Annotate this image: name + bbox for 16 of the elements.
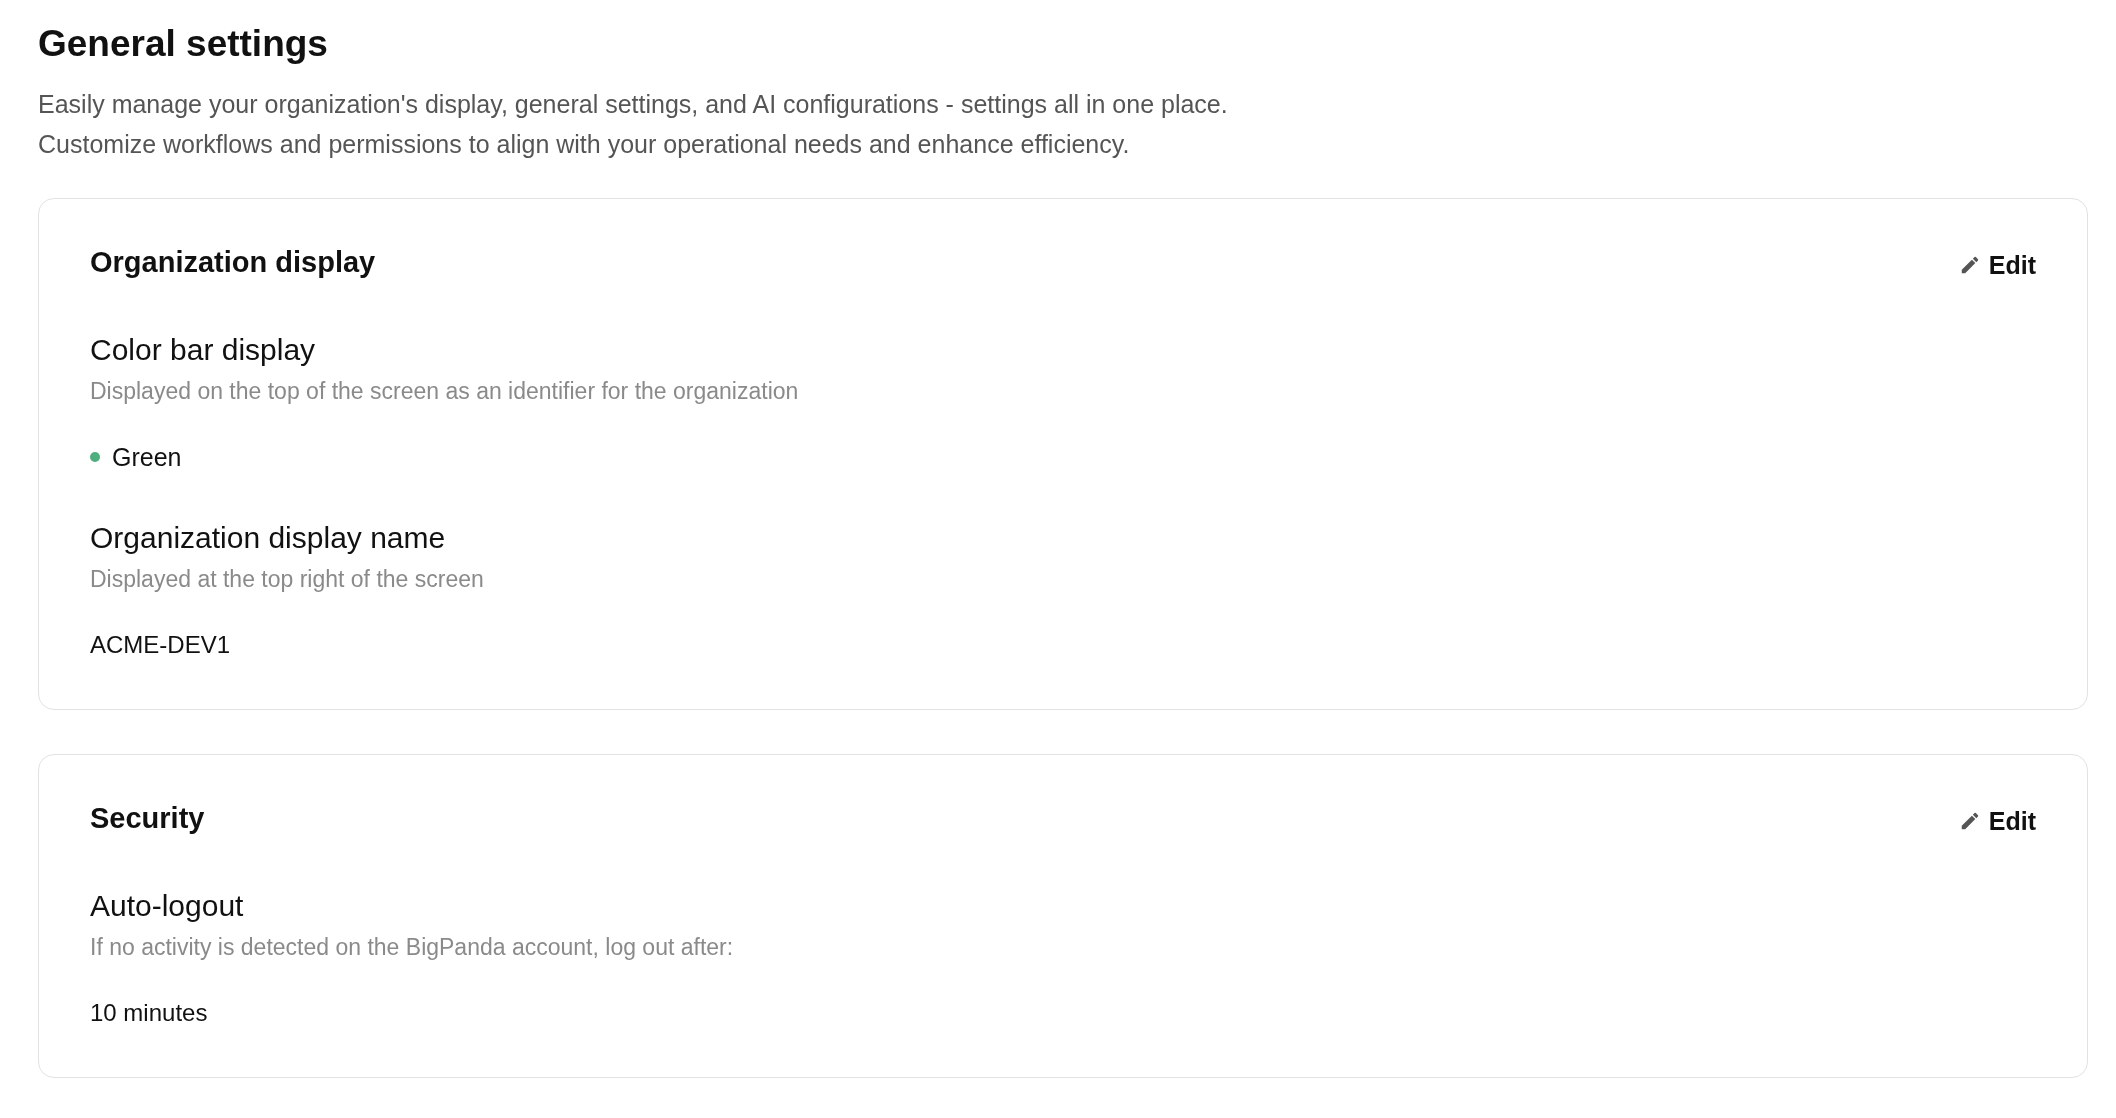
edit-button[interactable]: Edit bbox=[1958, 802, 2036, 840]
setting-value: ACME-DEV1 bbox=[90, 630, 231, 658]
setting-description: Displayed at the top right of the screen bbox=[90, 565, 485, 594]
setting-value: Green bbox=[112, 441, 182, 473]
section-title: Organization display bbox=[90, 244, 376, 280]
section-title: Security bbox=[90, 800, 205, 836]
setting-value: 10 minutes bbox=[90, 998, 208, 1026]
page-description: Easily manage your organization's display, general settings, and AI configurations - settings all in one place. bbox=[38, 88, 1229, 120]
setting-title: Organization display name bbox=[90, 520, 447, 556]
page-title: General settings bbox=[38, 22, 329, 66]
setting-title: Color bar display bbox=[90, 332, 317, 368]
setting-description: Displayed on the top of the screen as an identifier for the organization bbox=[90, 377, 800, 406]
page-description: Customize workflows and permissions to align with your operational needs and enhance efficiency. bbox=[38, 128, 1131, 160]
setting-description: If no activity is detected on the BigPanda account, log out after: bbox=[90, 933, 735, 962]
setting-title: Auto-logout bbox=[90, 888, 245, 924]
edit-button[interactable]: Edit bbox=[1958, 246, 2036, 284]
